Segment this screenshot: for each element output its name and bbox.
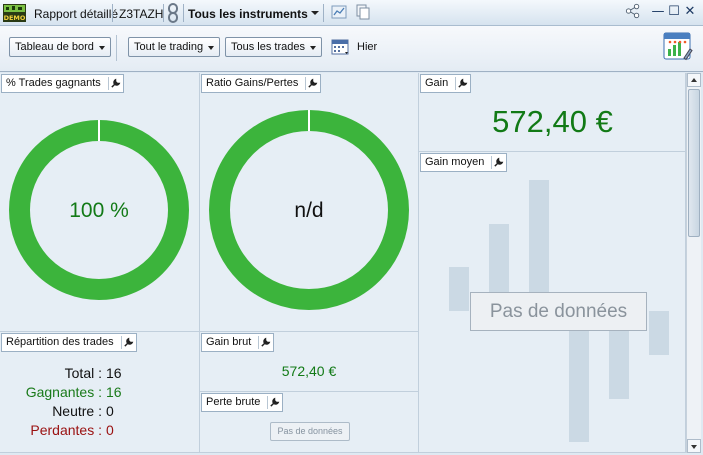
report-title: Rapport détaillé [34, 7, 119, 21]
wrench-icon[interactable] [107, 77, 121, 90]
ratio-panel: Ratio Gains/Pertes n/d [200, 73, 419, 332]
gross-gain-title: Gain brut [201, 333, 275, 352]
link-icon[interactable] [167, 3, 179, 23]
maximize-button[interactable]: ☐ [667, 5, 681, 19]
avg-gain-title: Gain moyen [420, 153, 508, 172]
no-data-message: Pas de données [470, 292, 647, 331]
winning-value: 16 [106, 384, 122, 400]
panel-title-text: Répartition des trades [6, 336, 114, 348]
panel-title-text: Perte brute [206, 396, 261, 408]
wrench-icon[interactable] [455, 77, 468, 90]
chart-icon[interactable] [331, 4, 347, 20]
neutral-value: 0 [106, 403, 114, 419]
divider [183, 4, 184, 22]
divider [323, 4, 324, 22]
win-rate-value: 100 % [69, 199, 129, 222]
chevron-down-icon[interactable] [311, 11, 319, 15]
panel-title-text: Gain [425, 77, 449, 89]
vertical-scrollbar[interactable] [686, 73, 701, 453]
title-bar: DEMO Rapport détaillé Z3TAZH Tous les in… [0, 0, 703, 26]
ratio-title: Ratio Gains/Pertes [201, 74, 322, 93]
report-settings-icon[interactable] [662, 30, 694, 62]
gain-title: Gain [420, 74, 472, 93]
wrench-icon[interactable] [120, 336, 134, 349]
period-label[interactable]: Hier [357, 41, 377, 53]
gross-gain-value: 572,40 € [281, 363, 337, 379]
trade-distribution-panel: Répartition des trades Total : 16 Gagnan… [0, 332, 200, 453]
ratio-value: n/d [294, 199, 324, 222]
wrench-icon[interactable] [491, 156, 504, 169]
placeholder-bar [649, 311, 669, 355]
demo-badge-text: DEMO [4, 14, 26, 22]
win-rate-panel: % Trades gagnants 100 % [0, 73, 200, 332]
panel-title-text: Ratio Gains/Pertes [206, 77, 299, 89]
panel-title-text: Gain moyen [425, 156, 485, 168]
gross-loss-title: Perte brute [201, 393, 284, 412]
scroll-down-button[interactable] [687, 439, 701, 453]
avg-gain-panel: Gain moyen Pas de données [419, 152, 686, 453]
gross-gain-panel: Gain brut 572,40 € [200, 332, 419, 392]
panel-title-text: Gain brut [206, 336, 252, 348]
demo-badge-icon: DEMO [3, 4, 26, 22]
no-data-message: Pas de données [270, 422, 350, 441]
dashboard-dropdown[interactable]: Tableau de bord [9, 37, 111, 57]
toolbar: Tableau de bord Tout le trading Tous les… [0, 26, 703, 72]
neutral-label: Neutre : [52, 403, 102, 419]
win-rate-title: % Trades gagnants [1, 74, 124, 93]
minimize-button[interactable]: — [651, 5, 665, 19]
losing-label: Perdantes : [30, 422, 102, 438]
gain-panel: Gain 572,40 € [419, 73, 686, 152]
scroll-thumb[interactable] [688, 89, 700, 237]
account-id: Z3TAZH [119, 7, 164, 21]
gross-loss-panel: Perte brute Pas de données [200, 392, 419, 453]
wrench-icon[interactable] [305, 77, 318, 90]
winning-label: Gagnantes : [25, 384, 102, 400]
wrench-icon[interactable] [267, 396, 280, 409]
total-label: Total : [64, 365, 102, 381]
gain-value: 572,40 € [492, 104, 613, 139]
divider [116, 35, 117, 61]
distribution-title: Répartition des trades [1, 333, 137, 352]
panel-title-text: % Trades gagnants [6, 77, 101, 89]
trading-filter-dropdown[interactable]: Tout le trading [128, 37, 221, 57]
divider [112, 4, 113, 22]
copy-icon[interactable] [355, 4, 371, 20]
losing-value: 0 [106, 422, 114, 438]
total-value: 16 [106, 365, 122, 381]
divider [163, 4, 164, 22]
wrench-icon[interactable] [258, 336, 271, 349]
instrument-filter[interactable]: Tous les instruments [188, 7, 308, 21]
trades-filter-dropdown[interactable]: Tous les trades [225, 37, 322, 57]
placeholder-bar [449, 267, 469, 311]
scroll-up-button[interactable] [687, 73, 701, 87]
close-button[interactable]: ✕ [683, 5, 697, 19]
calendar-icon[interactable] [331, 38, 351, 57]
share-icon[interactable] [625, 3, 641, 19]
